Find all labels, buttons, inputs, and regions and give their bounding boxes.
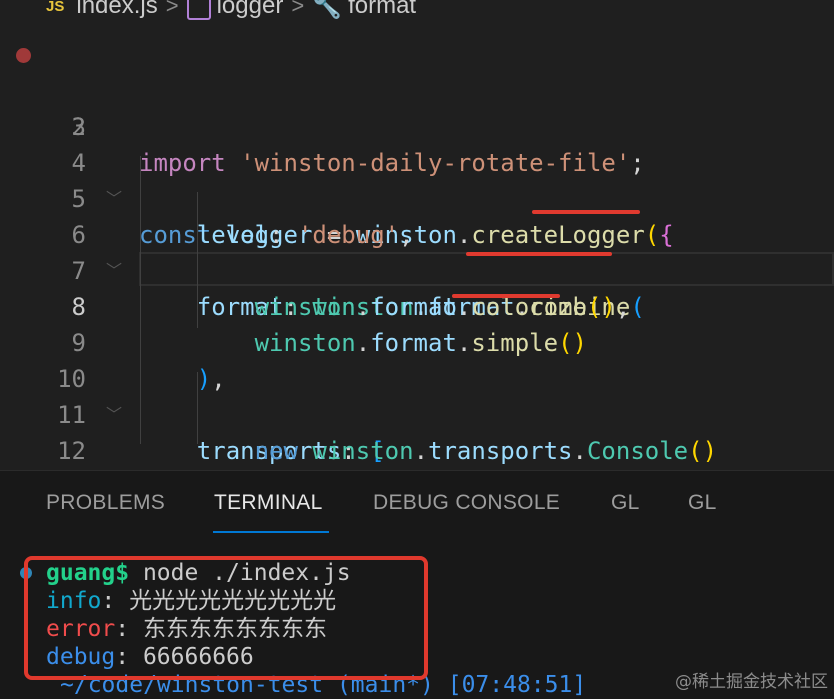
breadcrumb-symbol-logger[interactable]: logger bbox=[217, 0, 284, 20]
code-line: 7 winston.format.colorize(), bbox=[0, 217, 834, 321]
tab-gl-2[interactable]: GL bbox=[688, 491, 717, 515]
tab-problems[interactable]: PROBLEMS bbox=[46, 491, 165, 515]
chevron-right-icon: > bbox=[291, 0, 305, 18]
breadcrumb: JS index.js > logger > 🔧 format bbox=[0, 0, 834, 28]
code-line: 10 ﹀ transports: [ bbox=[0, 325, 834, 465]
code-editor[interactable]: 2 import 'winston-daily-rotate-file'; 3 … bbox=[0, 28, 834, 537]
variable-icon bbox=[186, 0, 211, 20]
wrench-icon: 🔧 bbox=[312, 0, 343, 20]
annotation-underline bbox=[466, 252, 612, 256]
breadcrumb-symbol-format[interactable]: format bbox=[348, 0, 416, 20]
tab-gl-1[interactable]: GL bbox=[611, 491, 640, 515]
code-line: 4 ﹀ const logger = winston.createLogger(… bbox=[0, 109, 834, 249]
watermark: @稀土掘金技术社区 bbox=[675, 672, 828, 692]
breakpoint-icon[interactable] bbox=[16, 48, 31, 63]
code-line: 9 ), bbox=[0, 289, 834, 393]
tab-debug-console[interactable]: DEBUG CONSOLE bbox=[373, 491, 560, 515]
code-line: 11 new winston.transports.Console() bbox=[0, 361, 834, 465]
code-line: 8 winston.format.simple() bbox=[0, 253, 834, 357]
annotation-box bbox=[24, 556, 428, 680]
code-line: 5 level: 'debug', bbox=[0, 145, 834, 249]
code-line: 3 bbox=[0, 73, 834, 141]
js-file-icon: JS bbox=[46, 0, 65, 15]
breadcrumb-file[interactable]: index.js bbox=[76, 0, 157, 20]
code-line: 13 }); bbox=[0, 433, 834, 537]
code-line: 2 import 'winston-daily-rotate-file'; bbox=[0, 37, 834, 177]
active-tab-indicator bbox=[213, 531, 329, 533]
annotation-underline bbox=[532, 210, 640, 214]
panel-tabs: PROBLEMS TERMINAL DEBUG CONSOLE GL GL bbox=[0, 491, 834, 525]
annotation-underline bbox=[452, 294, 560, 298]
chevron-right-icon: > bbox=[165, 0, 179, 18]
code-line: 12 ] bbox=[0, 397, 834, 501]
tab-terminal[interactable]: TERMINAL bbox=[214, 491, 323, 515]
code-line: 6 ﹀ format: winston.format.combine( bbox=[0, 181, 834, 321]
